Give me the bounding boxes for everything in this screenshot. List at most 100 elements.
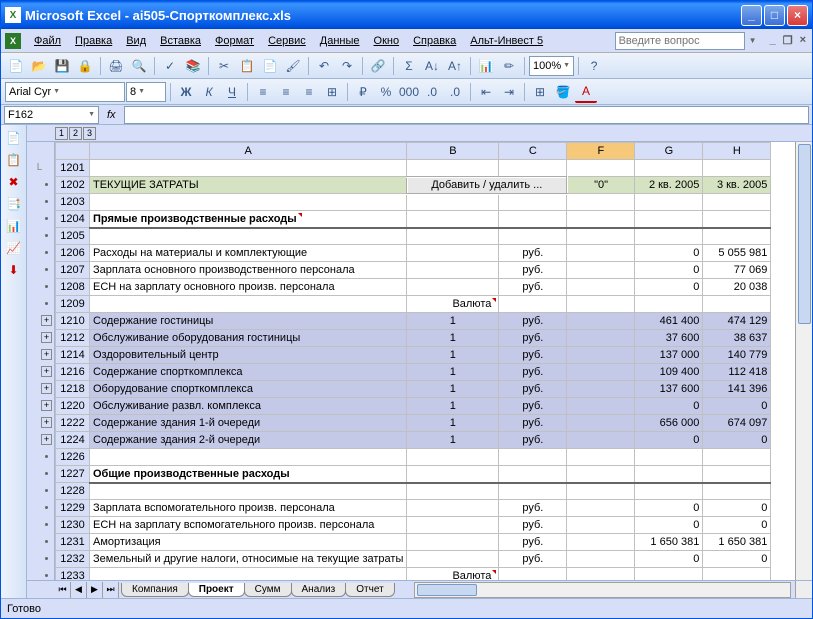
table-row[interactable]: 1210 Содержание гостиницы 1 руб. 461 400…	[56, 313, 771, 330]
table-row[interactable]: 1233 Валюта	[56, 568, 771, 581]
table-row[interactable]: 1231 Амортизация руб. 1 650 381 1 650 38…	[56, 534, 771, 551]
new-icon[interactable]: 📄	[5, 55, 27, 77]
chart-icon[interactable]: 📊	[475, 55, 497, 77]
copy-icon[interactable]: 📋	[236, 55, 258, 77]
underline-icon[interactable]: Ч	[221, 81, 243, 103]
open-icon[interactable]: 📂	[28, 55, 50, 77]
outline-expand-icon[interactable]: +	[41, 349, 52, 360]
tab-prev-icon[interactable]: ◀	[71, 582, 87, 598]
outline-expand-icon[interactable]: +	[41, 383, 52, 394]
table-row[interactable]: 1224 Содержание здания 2-й очереди 1 руб…	[56, 432, 771, 449]
table-row[interactable]: 1207 Зарплата основного производственног…	[56, 262, 771, 279]
outline-expand-icon[interactable]: +	[41, 315, 52, 326]
table-row[interactable]: 1229 Зарплата вспомогательного произв. п…	[56, 500, 771, 517]
table-row[interactable]: 1204 Прямые производственные расходы	[56, 211, 771, 228]
close-button[interactable]: ×	[787, 5, 808, 26]
bold-icon[interactable]: Ж	[175, 81, 197, 103]
italic-icon[interactable]: К	[198, 81, 220, 103]
side-btn-1[interactable]: 📄	[5, 129, 23, 147]
outline-expand-icon[interactable]: +	[41, 400, 52, 411]
help-search-input[interactable]	[615, 32, 745, 50]
horizontal-scrollbar[interactable]	[414, 582, 791, 598]
maximize-button[interactable]: □	[764, 5, 785, 26]
tab-компания[interactable]: Компания	[121, 583, 189, 597]
table-row[interactable]: 1230 ЕСН на зарплату вспомогательного пр…	[56, 517, 771, 534]
spellcheck-icon[interactable]: ✓	[159, 55, 181, 77]
hyperlink-icon[interactable]: 🔗	[367, 55, 389, 77]
preview-icon[interactable]: 🔍	[128, 55, 150, 77]
save-icon[interactable]: 💾	[51, 55, 73, 77]
spreadsheet-grid[interactable]: A B C F G H 1201 1202 ТЕКУЩИЕ ЗАТРАТЫ Д	[55, 142, 771, 580]
menu-edit[interactable]: Правка	[68, 32, 119, 50]
drawing-icon[interactable]: ✏	[498, 55, 520, 77]
side-btn-4[interactable]: 📑	[5, 195, 23, 213]
tab-анализ[interactable]: Анализ	[291, 583, 347, 597]
outline-expand-icon[interactable]: +	[41, 366, 52, 377]
paste-icon[interactable]: 📄	[259, 55, 281, 77]
table-row[interactable]: 1228	[56, 483, 771, 500]
name-box[interactable]: F162▼	[4, 106, 99, 124]
corner-cell[interactable]	[56, 143, 90, 160]
doc-restore-button[interactable]: ❐	[781, 34, 795, 47]
font-size-combo[interactable]: 8▼	[126, 82, 166, 102]
menu-file[interactable]: Файл	[27, 32, 68, 50]
table-row[interactable]: 1201	[56, 160, 771, 177]
menu-window[interactable]: Окно	[367, 32, 407, 50]
help-dropdown-icon[interactable]: ▼	[749, 36, 758, 45]
side-btn-5[interactable]: 📊	[5, 217, 23, 235]
col-header-H[interactable]: H	[703, 143, 771, 160]
align-left-icon[interactable]: ≡	[252, 81, 274, 103]
tab-last-icon[interactable]: ⏭	[103, 582, 119, 598]
col-header-G[interactable]: G	[635, 143, 703, 160]
help-icon[interactable]: ?	[583, 55, 605, 77]
merge-icon[interactable]: ⊞	[321, 81, 343, 103]
col-header-B[interactable]: B	[407, 143, 499, 160]
table-row[interactable]: 1206 Расходы на материалы и комплектующи…	[56, 245, 771, 262]
inc-decimal-icon[interactable]: .0	[421, 81, 443, 103]
formula-input[interactable]	[124, 106, 809, 124]
outline-expand-icon[interactable]: +	[41, 332, 52, 343]
menu-alt-invest[interactable]: Альт-Инвест 5	[463, 32, 550, 50]
table-row[interactable]: 1202 ТЕКУЩИЕ ЗАТРАТЫ Добавить / удалить …	[56, 177, 771, 194]
tab-отчет[interactable]: Отчет	[345, 583, 394, 597]
align-right-icon[interactable]: ≡	[298, 81, 320, 103]
table-row[interactable]: 1216 Содержание спорткомплекса 1 руб. 10…	[56, 364, 771, 381]
menu-help[interactable]: Справка	[406, 32, 463, 50]
autosum-icon[interactable]: Σ	[398, 55, 420, 77]
tab-next-icon[interactable]: ▶	[87, 582, 103, 598]
tab-проект[interactable]: Проект	[188, 583, 245, 597]
print-icon[interactable]: 🖨	[105, 55, 127, 77]
doc-close-button[interactable]: ×	[798, 34, 808, 47]
permission-icon[interactable]: 🔒	[74, 55, 96, 77]
table-row[interactable]: 1222 Содержание здания 1-й очереди 1 руб…	[56, 415, 771, 432]
tab-сумм[interactable]: Сумм	[244, 583, 292, 597]
table-row[interactable]: 1227 Общие производственные расходы	[56, 466, 771, 483]
outline-level-1[interactable]: 1	[55, 127, 68, 140]
table-row[interactable]: 1208 ЕСН на зарплату основного произв. п…	[56, 279, 771, 296]
table-row[interactable]: 1220 Обслуживание развл. комплекса 1 руб…	[56, 398, 771, 415]
table-row[interactable]: 1232 Земельный и другие налоги, относимы…	[56, 551, 771, 568]
side-btn-6[interactable]: 📈	[5, 239, 23, 257]
fill-color-icon[interactable]: 🪣	[552, 81, 574, 103]
research-icon[interactable]: 📚	[182, 55, 204, 77]
fx-icon[interactable]: fx	[107, 109, 116, 121]
table-row[interactable]: 1218 Оборудование спорткомплекса 1 руб. …	[56, 381, 771, 398]
dec-decimal-icon[interactable]: .0	[444, 81, 466, 103]
align-center-icon[interactable]: ≡	[275, 81, 297, 103]
sort-asc-icon[interactable]: A↓	[421, 55, 443, 77]
side-btn-7[interactable]: ⬇	[5, 261, 23, 279]
sort-desc-icon[interactable]: A↑	[444, 55, 466, 77]
currency-icon[interactable]: ₽	[352, 81, 374, 103]
percent-icon[interactable]: %	[375, 81, 397, 103]
undo-icon[interactable]: ↶	[313, 55, 335, 77]
outline-level-2[interactable]: 2	[69, 127, 82, 140]
inc-indent-icon[interactable]: ⇥	[498, 81, 520, 103]
font-name-combo[interactable]: Arial Cyr▼	[5, 82, 125, 102]
outline-expand-icon[interactable]: +	[41, 417, 52, 428]
outline-expand-icon[interactable]: +	[41, 434, 52, 445]
menu-data[interactable]: Данные	[313, 32, 367, 50]
side-btn-2[interactable]: 📋	[5, 151, 23, 169]
table-row[interactable]: 1203	[56, 194, 771, 211]
menu-insert[interactable]: Вставка	[153, 32, 208, 50]
table-row[interactable]: 1205	[56, 228, 771, 245]
